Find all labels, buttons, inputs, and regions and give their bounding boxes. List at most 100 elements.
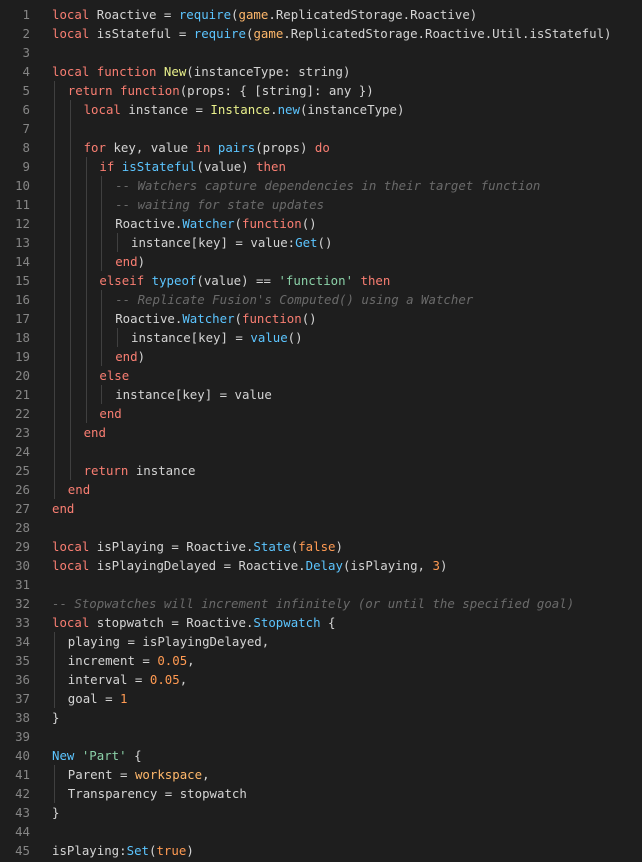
indent-guide	[85, 404, 87, 423]
line-number: 6	[22, 102, 30, 117]
code-token: string	[298, 64, 343, 79]
code-line[interactable]: 40 New 'Part' {	[0, 746, 642, 765]
code-line[interactable]: 19 end)	[0, 347, 642, 366]
code-line[interactable]: 11 -- waiting for state updates	[0, 195, 642, 214]
code-line[interactable]: 44	[0, 822, 642, 841]
code-text: interval = 0.05,	[68, 670, 187, 689]
indent-guide	[69, 309, 71, 328]
code-line[interactable]: 37 goal = 1	[0, 689, 642, 708]
code-line[interactable]: 10 -- Watchers capture dependencies in th…	[0, 176, 642, 195]
code-text: instance[key] = value()	[131, 328, 303, 347]
code-line[interactable]: 45 isPlaying:Set(true)	[0, 841, 642, 860]
code-line[interactable]: 6 local instance = Instance.new(instanceT…	[0, 100, 642, 119]
code-line[interactable]: 42 Transparency = stopwatch	[0, 784, 642, 803]
code-line[interactable]: 2 local isStateful = require(game.Replica…	[0, 24, 642, 43]
code-line[interactable]: 29 local isPlaying = Roactive.State(false…	[0, 537, 642, 556]
code-text: for key, value in pairs(props) do	[84, 138, 330, 157]
code-token: -- Stopwatches will increment infinitely…	[52, 596, 575, 611]
code-token: Watcher	[182, 311, 235, 326]
code-line[interactable]: 38}	[0, 708, 642, 727]
code-token: local function	[52, 64, 164, 79]
code-line[interactable]: 39	[0, 727, 642, 746]
code-line[interactable]: 24	[0, 442, 642, 461]
code-token: return function	[67, 83, 180, 98]
code-text: playing = isPlayingDelayed,	[68, 632, 269, 651]
indent-guide	[54, 689, 55, 708]
code-text: return instance	[84, 461, 196, 480]
code-line[interactable]: 16 -- Replicate Fusion's Computed() using…	[0, 290, 642, 309]
code-token: else	[99, 368, 130, 383]
indent-guide	[69, 119, 71, 138]
code-line[interactable]: 27 end	[0, 499, 642, 518]
code-line[interactable]: 23 end	[0, 423, 642, 442]
code-line[interactable]: 36 interval = 0.05,	[0, 670, 642, 689]
code-line[interactable]: 26 end	[0, 480, 642, 499]
code-line[interactable]: 5 return function(props: { [string]: any …	[0, 81, 642, 100]
code-token: stopwatch = Roactive.	[96, 615, 254, 630]
indent-guide	[69, 461, 71, 480]
code-token: ,	[187, 653, 195, 668]
code-line[interactable]: 14 end)	[0, 252, 642, 271]
indent-guide	[54, 81, 55, 100]
code-line[interactable]: 17 Roactive.Watcher(function()	[0, 309, 642, 328]
indent-guide	[54, 366, 55, 385]
indent-guide	[85, 214, 87, 233]
code-line[interactable]: 33 local stopwatch = Roactive.Stopwatch {	[0, 613, 642, 632]
code-line[interactable]: 9 if isStateful(value) then	[0, 157, 642, 176]
indent-guide	[69, 423, 71, 442]
indent-guide	[54, 100, 55, 119]
indent-guide	[101, 347, 103, 366]
code-token: local	[52, 539, 97, 554]
line-number: 4	[22, 64, 30, 79]
line-number: 31	[15, 577, 30, 592]
code-line[interactable]: 18 instance[key] = value()	[0, 328, 642, 347]
code-line[interactable]: 41 Parent = workspace,	[0, 765, 642, 784]
code-line[interactable]: 43}	[0, 803, 642, 822]
code-text: local stopwatch = Roactive.Stopwatch {	[52, 613, 335, 632]
code-token: )	[137, 349, 146, 364]
indent-guide	[101, 233, 103, 252]
indent-guide	[69, 385, 71, 404]
code-line[interactable]: 8 for key, value in pairs(props) do	[0, 138, 642, 157]
code-token: isPlaying:	[52, 843, 127, 858]
line-number: 32	[15, 596, 30, 611]
code-text: instance[key] = value:Get()	[131, 233, 332, 252]
code-token: for	[83, 140, 114, 155]
code-token: {	[320, 615, 336, 630]
code-token: (instanceType)	[299, 102, 405, 117]
code-line[interactable]: 13 instance[key] = value:Get()	[0, 233, 642, 252]
code-token: Transparency = stopwatch	[67, 786, 247, 801]
indent-guide	[54, 385, 55, 404]
code-line[interactable]: 15 elseif typeof(value) == 'function' the…	[0, 271, 642, 290]
indent-guide	[54, 670, 55, 689]
code-line[interactable]: 4 local function New(instanceType: string…	[0, 62, 642, 81]
code-line[interactable]: 31	[0, 575, 642, 594]
code-line[interactable]: 25 return instance	[0, 461, 642, 480]
code-token: ()	[301, 216, 317, 231]
code-line[interactable]: 32 -- Stopwatches will increment infinite…	[0, 594, 642, 613]
code-line[interactable]: 3	[0, 43, 642, 62]
code-token: then	[353, 273, 391, 288]
code-line[interactable]: 20 else	[0, 366, 642, 385]
line-number: 13	[15, 235, 30, 250]
code-editor[interactable]: 1 local Roactive = require(game.Replicate…	[0, 0, 642, 862]
code-line[interactable]: 1 local Roactive = require(game.Replicate…	[0, 5, 642, 24]
code-line[interactable]: 22 end	[0, 404, 642, 423]
code-token: })	[351, 83, 374, 98]
code-token: 3	[432, 558, 440, 573]
code-text: }	[52, 708, 59, 727]
indent-guide	[54, 309, 55, 328]
code-line[interactable]: 34 playing = isPlayingDelayed,	[0, 632, 642, 651]
code-line[interactable]: 7	[0, 119, 642, 138]
code-line[interactable]: 12 Roactive.Watcher(function()	[0, 214, 642, 233]
indent-guide	[54, 328, 55, 347]
code-text: local function New(instanceType: string)	[52, 62, 350, 81]
code-line[interactable]: 35 increment = 0.05,	[0, 651, 642, 670]
code-line[interactable]: 28	[0, 518, 642, 537]
line-number: 34	[15, 634, 30, 649]
indent-guide	[54, 157, 55, 176]
code-line[interactable]: 30 local isPlayingDelayed = Roactive.Dela…	[0, 556, 642, 575]
code-token: }	[52, 710, 60, 725]
code-line[interactable]: 21 instance[key] = value	[0, 385, 642, 404]
line-number: 5	[22, 83, 30, 98]
